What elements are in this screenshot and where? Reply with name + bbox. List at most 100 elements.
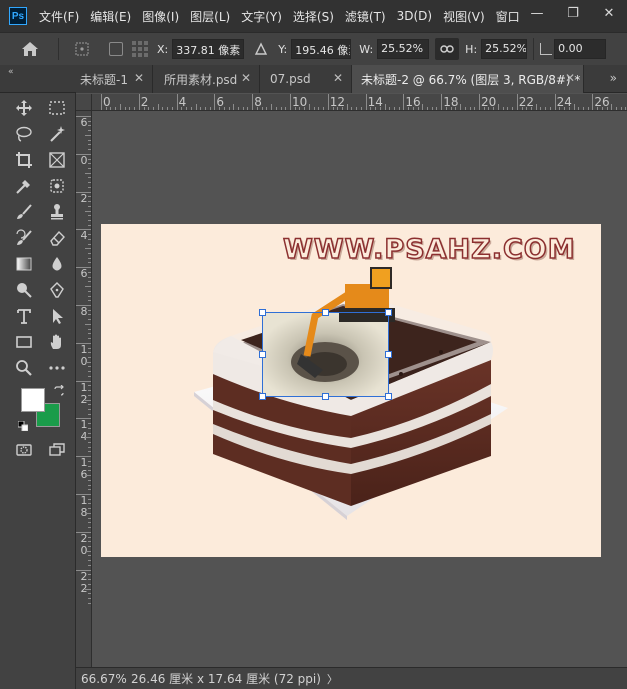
move-tool-icon[interactable] xyxy=(11,97,37,119)
w-label: W: xyxy=(359,42,374,56)
transform-handle[interactable] xyxy=(385,309,392,316)
menu-filter[interactable]: 滤镜(T) xyxy=(345,8,386,25)
quick-mask-icon[interactable] xyxy=(11,439,37,461)
type-tool-icon[interactable] xyxy=(11,305,37,327)
ruler-major-tick xyxy=(214,94,216,110)
frame-tool-icon[interactable] xyxy=(44,149,70,171)
ruler-minor-tick xyxy=(85,475,91,477)
ruler-minor-tick xyxy=(85,210,91,212)
ruler-digit: 2 xyxy=(80,569,88,583)
y-position-field[interactable]: 195.46 像素 xyxy=(291,39,352,59)
tab-untitled-2[interactable]: 未标题-2 @ 66.7% (图层 3, RGB/8#) * ✕ xyxy=(352,65,584,93)
tab-untitled-1[interactable]: 未标题-1 ✕ xyxy=(76,65,153,93)
zoom-tool-icon[interactable] xyxy=(11,357,37,379)
photoshop-logo: Ps xyxy=(9,7,27,25)
restore-button[interactable]: ❐ xyxy=(555,0,591,26)
status-menu-arrow[interactable]: 〉 xyxy=(327,671,338,687)
ruler-label: 8 xyxy=(79,306,89,318)
transform-handle[interactable] xyxy=(322,393,329,400)
x-position-field[interactable]: 337.81 像素 xyxy=(172,39,245,59)
width-field[interactable]: 25.52% xyxy=(377,39,430,59)
menu-file[interactable]: 文件(F) xyxy=(39,8,79,25)
transform-bounding-box[interactable] xyxy=(259,309,392,400)
watermark-text: WWW.PSAHZ.COM xyxy=(282,233,576,266)
transform-handle[interactable] xyxy=(385,393,392,400)
ruler-major-tick xyxy=(290,94,291,110)
brush-tool-icon[interactable] xyxy=(11,201,37,223)
lasso-tool-icon[interactable] xyxy=(11,123,37,145)
ruler-major-tick xyxy=(176,94,178,110)
transform-handle[interactable] xyxy=(322,309,329,316)
menu-image[interactable]: 图像(I) xyxy=(142,8,179,25)
ruler-digit: 6 xyxy=(80,116,88,129)
ruler-minor-tick xyxy=(85,248,91,250)
ruler-minor-tick xyxy=(85,512,91,514)
tab-label: 07.psd xyxy=(270,72,311,86)
home-icon[interactable] xyxy=(10,35,50,63)
menu-3d[interactable]: 3D(D) xyxy=(397,9,432,23)
ruler-minor-tick xyxy=(611,104,613,110)
swap-colors-icon[interactable] xyxy=(53,384,65,397)
transform-handle[interactable] xyxy=(259,393,266,400)
ruler-major-tick xyxy=(252,94,254,110)
more-tabs-icon[interactable]: » xyxy=(610,71,617,85)
history-brush-tool-icon[interactable] xyxy=(11,227,37,249)
reference-point-icon[interactable] xyxy=(67,38,97,60)
ruler-minor-tick xyxy=(422,104,424,110)
transform-handle[interactable] xyxy=(259,351,266,358)
tab-materials-psd[interactable]: 所用素材.psd ✕ xyxy=(153,65,260,93)
foreground-color-swatch[interactable] xyxy=(21,388,45,412)
reference-point-toggle[interactable] xyxy=(109,42,123,56)
height-field[interactable]: 25.52% xyxy=(481,39,528,59)
document-canvas[interactable]: WWW.PSAHZ.COM xyxy=(101,224,601,557)
path-selection-tool-icon[interactable] xyxy=(44,305,70,327)
menu-edit[interactable]: 编辑(E) xyxy=(90,8,131,25)
rectangle-tool-icon[interactable] xyxy=(11,331,37,353)
zoom-level[interactable]: 66.67% xyxy=(81,672,127,686)
ruler-minor-tick xyxy=(85,399,91,401)
transform-handle[interactable] xyxy=(385,351,392,358)
tab-label: 未标题-2 @ 66.7% (图层 3, RGB/8#) * xyxy=(361,72,581,87)
blur-tool-icon[interactable] xyxy=(44,253,70,275)
ruler-minor-tick xyxy=(384,104,386,110)
menu-select[interactable]: 选择(S) xyxy=(293,8,334,25)
canvas-workspace[interactable]: WWW.PSAHZ.COM xyxy=(92,111,627,667)
eraser-tool-icon[interactable] xyxy=(44,227,70,249)
default-colors-icon[interactable] xyxy=(17,420,29,432)
ruler-label: 6 xyxy=(79,117,89,129)
marquee-tool-icon[interactable] xyxy=(44,97,70,119)
close-button[interactable]: ✕ xyxy=(591,0,627,26)
collapse-panel-icon[interactable]: « xyxy=(8,67,14,77)
menu-type[interactable]: 文字(Y) xyxy=(241,8,282,25)
ruler-major-tick xyxy=(592,94,594,110)
transform-handle[interactable] xyxy=(259,309,266,316)
ruler-minor-tick xyxy=(85,437,91,439)
link-icon[interactable] xyxy=(435,38,460,60)
screen-mode-icon[interactable] xyxy=(44,439,70,461)
menu-view[interactable]: 视图(V) xyxy=(443,8,485,25)
more-tools-icon[interactable] xyxy=(44,357,70,379)
hand-tool-icon[interactable] xyxy=(44,331,70,353)
ruler-minor-tick xyxy=(85,172,91,174)
ruler-minor-tick xyxy=(460,104,462,110)
content-aware-tool-icon[interactable] xyxy=(44,175,70,197)
tab-07-psd[interactable]: 07.psd ✕ xyxy=(260,65,352,93)
close-tab-icon[interactable]: ✕ xyxy=(241,71,251,85)
ruler-minor-tick xyxy=(85,550,91,552)
pen-tool-icon[interactable] xyxy=(44,279,70,301)
dodge-tool-icon[interactable] xyxy=(11,279,37,301)
crop-tool-icon[interactable] xyxy=(11,149,37,171)
close-tab-icon[interactable]: ✕ xyxy=(134,71,144,85)
eyedropper-tool-icon[interactable] xyxy=(11,175,37,197)
magic-wand-tool-icon[interactable] xyxy=(44,123,70,145)
rotate-angle-field[interactable]: 0.00 xyxy=(554,39,607,59)
close-tab-icon[interactable]: ✕ xyxy=(565,71,575,85)
ruler-major-tick xyxy=(365,94,367,110)
close-tab-icon[interactable]: ✕ xyxy=(333,71,343,85)
window-controls: — ❐ ✕ xyxy=(519,0,627,26)
ruler-minor-tick xyxy=(85,361,91,363)
menu-layer[interactable]: 图层(L) xyxy=(190,8,230,25)
gradient-tool-icon[interactable] xyxy=(11,253,37,275)
minimize-button[interactable]: — xyxy=(519,0,555,26)
stamp-tool-icon[interactable] xyxy=(44,201,70,223)
